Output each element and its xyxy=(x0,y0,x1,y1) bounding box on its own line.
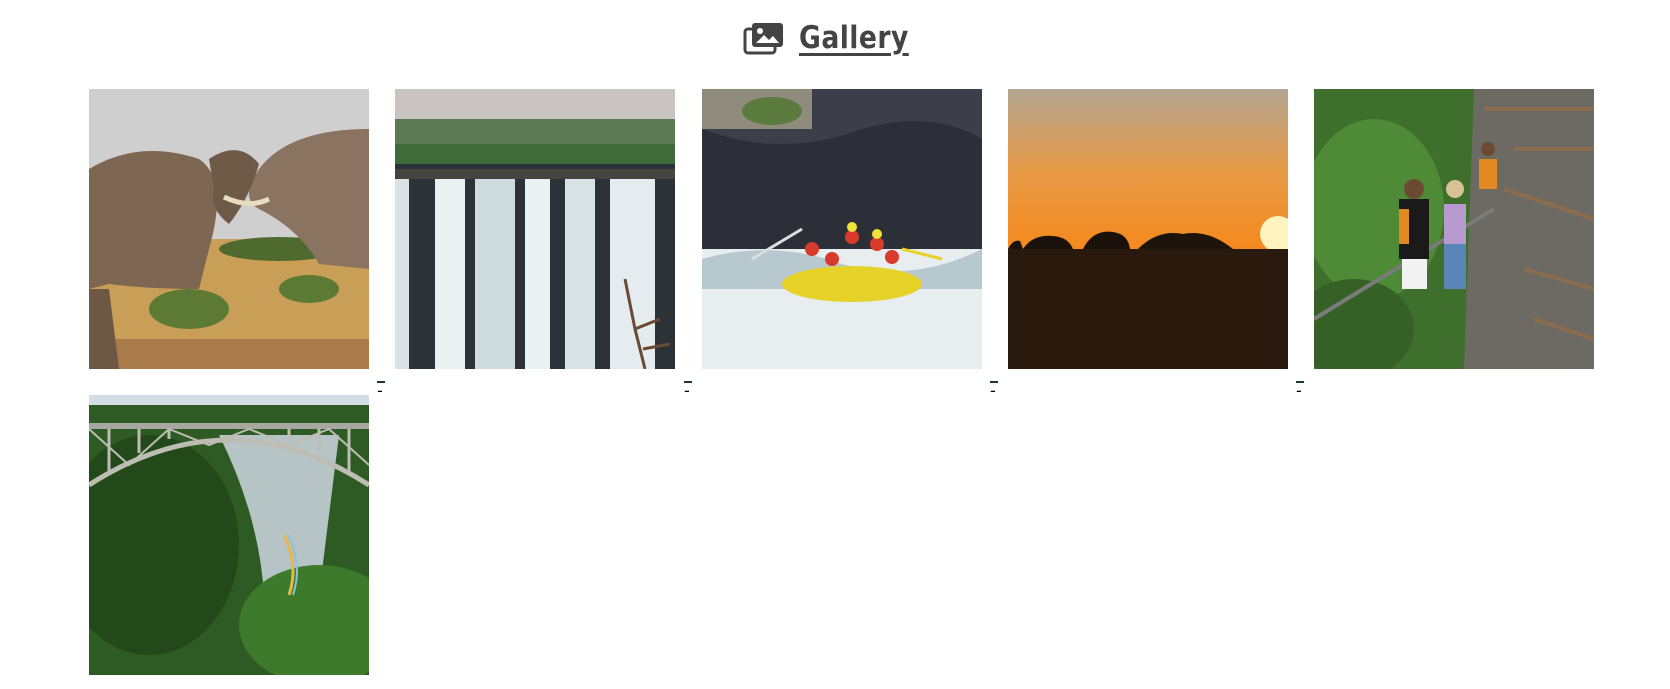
page-title: Gallery xyxy=(799,20,909,56)
separator: - xyxy=(1296,381,1304,400)
waterfall-icon xyxy=(395,89,675,369)
gallery-photo-sunset[interactable] xyxy=(1008,89,1288,369)
gallery-photo-waterfall[interactable] xyxy=(395,89,675,369)
elephants-icon xyxy=(89,89,369,369)
gallery-photo-elephants[interactable] xyxy=(89,89,369,369)
bridge-gorge-rainbow-icon xyxy=(89,395,369,675)
photo-gallery-icon xyxy=(743,21,785,55)
gallery-header: Gallery xyxy=(0,16,1670,60)
sunset-elephants-icon xyxy=(1008,89,1288,369)
separator: - xyxy=(377,381,385,400)
river-rafting-icon xyxy=(702,89,982,369)
separator: - xyxy=(990,381,998,400)
gallery-photo-bridge-gorge[interactable] xyxy=(89,395,369,675)
bridge-walkway-icon xyxy=(1314,89,1594,369)
gallery-title-link[interactable]: Gallery xyxy=(743,20,927,56)
gallery-photo-rafting[interactable] xyxy=(702,89,982,369)
gallery-photo-bridge-walk[interactable] xyxy=(1314,89,1594,369)
separator: - xyxy=(684,381,692,400)
